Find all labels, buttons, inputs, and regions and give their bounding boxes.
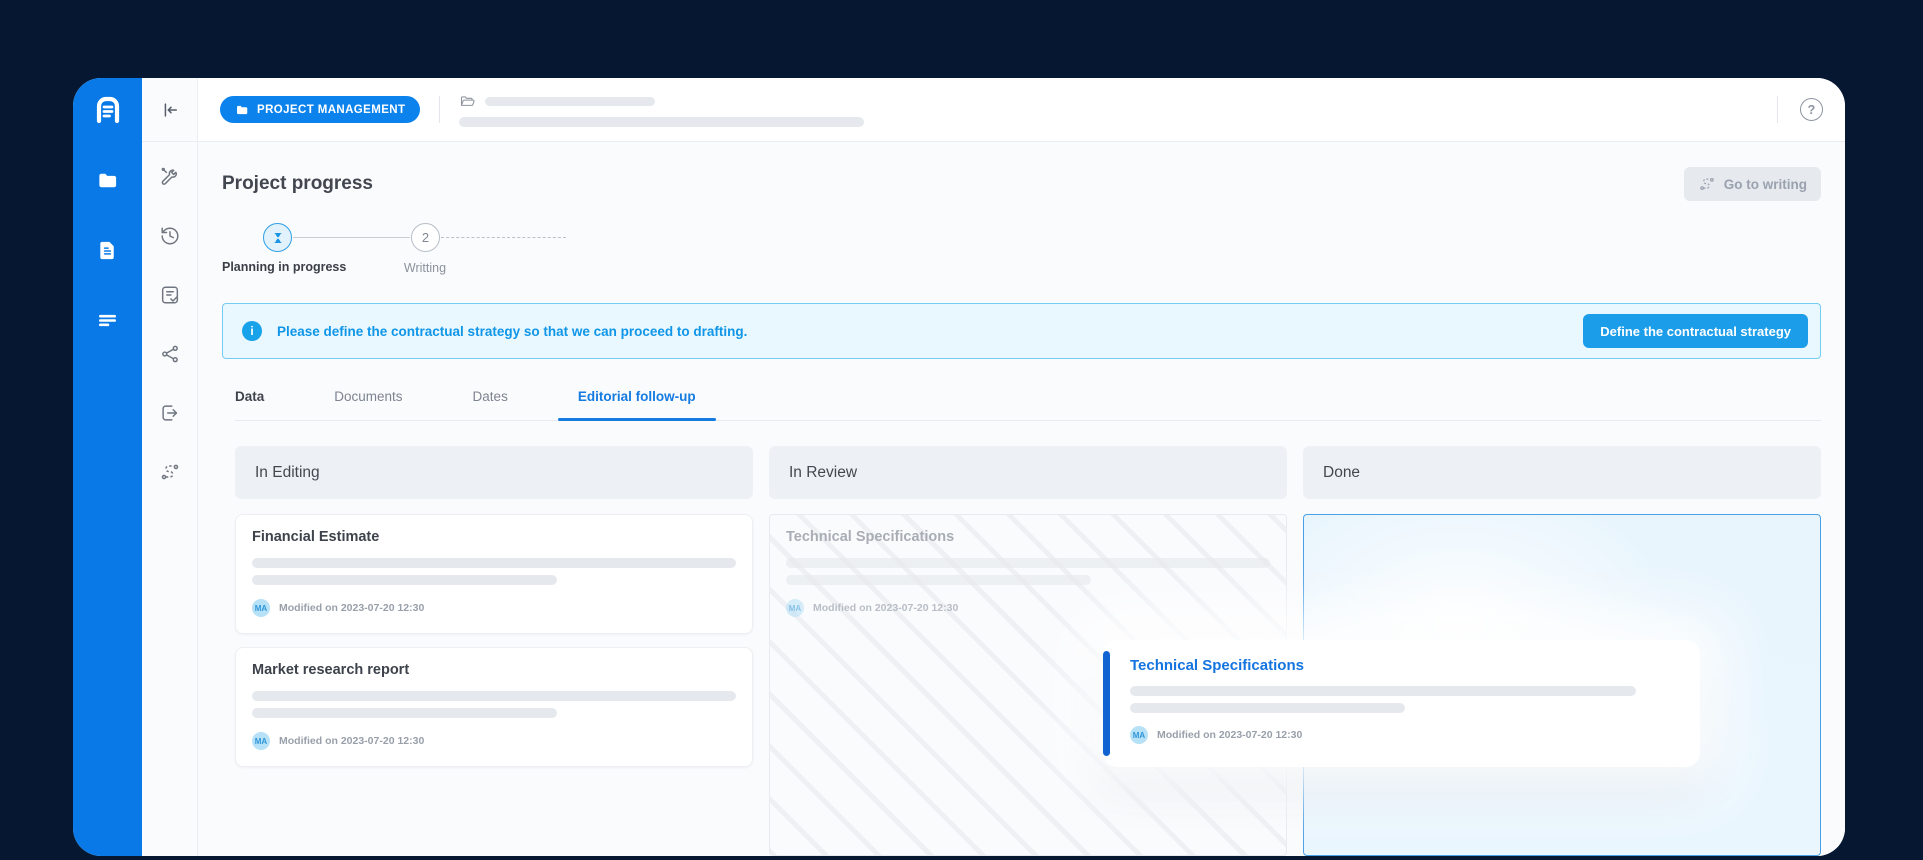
modified-label: Modified on 2023-07-20 12:30 — [279, 602, 424, 614]
help-icon[interactable]: ? — [1800, 98, 1823, 121]
step-1-indicator — [263, 223, 292, 252]
page-content: Project progress Go to writing 2 Plannin… — [198, 142, 1845, 856]
step-connector — [293, 237, 410, 238]
history-icon[interactable] — [159, 225, 181, 247]
topbar: PROJECT MANAGEMENT ? — [198, 78, 1845, 142]
avatar: MA — [786, 599, 804, 617]
column-in-editing: In Editing Financial Estimate MA Modifie… — [235, 446, 753, 856]
badge-label: PROJECT MANAGEMENT — [257, 104, 405, 116]
avatar: MA — [1130, 726, 1148, 744]
collapse-left-icon[interactable] — [142, 78, 197, 142]
avatar: MA — [252, 732, 270, 750]
primary-sidebar — [73, 78, 142, 856]
title-placeholder — [459, 117, 864, 127]
card-title: Financial Estimate — [252, 529, 736, 545]
export-icon[interactable] — [159, 402, 181, 424]
step-2-number: 2 — [422, 230, 429, 245]
text-placeholder — [1130, 686, 1636, 696]
go-to-writing-button[interactable]: Go to writing — [1684, 167, 1821, 201]
card-technical-specifications-ghost: Technical Specifications MA Modified on … — [770, 515, 1286, 631]
tool-sidebar — [142, 78, 198, 856]
go-to-writing-label: Go to writing — [1724, 177, 1807, 192]
tab-bar: Data Documents Dates Editorial follow-up — [235, 389, 1821, 421]
column-header: In Editing — [235, 446, 753, 499]
text-placeholder — [252, 558, 736, 568]
card-title: Market research report — [252, 662, 736, 678]
modified-label: Modified on 2023-07-20 12:30 — [813, 602, 958, 614]
modified-label: Modified on 2023-07-20 12:30 — [1157, 729, 1302, 741]
column-body: Financial Estimate MA Modified on 2023-0… — [235, 514, 753, 856]
divider — [439, 96, 440, 123]
folder-icon — [235, 103, 249, 117]
tab-data[interactable]: Data — [235, 389, 264, 420]
open-folder-icon — [459, 93, 476, 110]
share-nodes-icon[interactable] — [159, 343, 181, 365]
main-area: PROJECT MANAGEMENT ? Project progress — [198, 78, 1845, 856]
progress-stepper: 2 Planning in progress Writting — [222, 223, 1821, 283]
step-2-indicator: 2 — [411, 223, 440, 252]
align-left-icon[interactable] — [96, 309, 119, 332]
text-placeholder — [252, 708, 557, 718]
project-management-badge[interactable]: PROJECT MANAGEMENT — [220, 96, 420, 123]
hourglass-icon — [271, 231, 285, 245]
card-title: Technical Specifications — [1130, 657, 1680, 674]
text-placeholder — [786, 558, 1270, 568]
primary-nav — [96, 169, 119, 332]
breadcrumb — [459, 93, 1777, 127]
app-window: PROJECT MANAGEMENT ? Project progress — [73, 78, 1845, 856]
column-header: Done — [1303, 446, 1821, 499]
card-financial-estimate[interactable]: Financial Estimate MA Modified on 2023-0… — [235, 514, 753, 634]
divider — [1777, 96, 1778, 123]
tools-icon[interactable] — [159, 166, 181, 188]
step-connector-dashed — [441, 237, 566, 238]
card-technical-specifications-dragged[interactable]: Technical Specifications MA Modified on … — [1103, 640, 1700, 767]
document-icon[interactable] — [96, 239, 119, 262]
modified-label: Modified on 2023-07-20 12:30 — [279, 735, 424, 747]
text-placeholder — [252, 691, 736, 701]
step-1-label: Planning in progress — [222, 260, 346, 274]
tab-dates[interactable]: Dates — [473, 389, 508, 420]
page-title: Project progress — [222, 173, 373, 195]
card-market-research-report[interactable]: Market research report MA Modified on 20… — [235, 647, 753, 767]
info-banner: i Please define the contractual strategy… — [222, 303, 1821, 359]
page-header: Project progress Go to writing — [222, 167, 1821, 201]
memo-check-icon[interactable] — [159, 284, 181, 306]
breadcrumb-placeholder — [485, 97, 655, 106]
app-logo-icon[interactable] — [91, 93, 125, 127]
text-placeholder — [786, 575, 1091, 585]
topbar-right: ? — [1777, 96, 1823, 123]
banner-message: Please define the contractual strategy s… — [277, 324, 1583, 339]
step-2-label: Writting — [380, 261, 470, 275]
tab-editorial-follow-up[interactable]: Editorial follow-up — [578, 389, 696, 420]
text-placeholder — [252, 575, 557, 585]
text-placeholder — [1130, 703, 1405, 713]
tab-documents[interactable]: Documents — [334, 389, 402, 420]
card-title: Technical Specifications — [786, 529, 1270, 545]
drag-accent-bar — [1103, 651, 1110, 756]
route-icon — [1698, 175, 1716, 193]
info-icon: i — [242, 321, 262, 341]
avatar: MA — [252, 599, 270, 617]
column-header: In Review — [769, 446, 1287, 499]
route-icon[interactable] — [159, 461, 181, 483]
folder-icon[interactable] — [96, 169, 119, 192]
tool-nav — [159, 142, 181, 483]
define-contractual-strategy-button[interactable]: Define the contractual strategy — [1583, 314, 1808, 348]
